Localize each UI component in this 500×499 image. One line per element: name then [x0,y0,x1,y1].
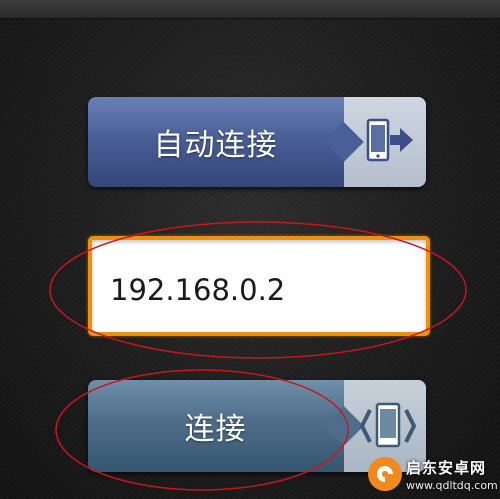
auto-connect-button[interactable]: 自动连接 [88,97,426,187]
watermark-url: www.qdltdq.com [406,479,498,492]
phone-arrow-icon [366,118,413,162]
status-bar [0,0,500,19]
watermark-title: 启东安卓网 [406,459,487,477]
ip-address-value: 192.168.0.2 [110,273,286,307]
watermark-logo-icon [368,457,402,491]
ip-address-field[interactable]: 192.168.0.2 [88,236,430,336]
connect-label: 连接 [184,412,247,447]
watermark: 启东安卓网 www.qdltdq.com [368,455,498,495]
auto-connect-icon-panel [324,97,426,187]
phone-connect-icon [360,402,416,448]
auto-connect-label: 自动连接 [153,128,278,163]
